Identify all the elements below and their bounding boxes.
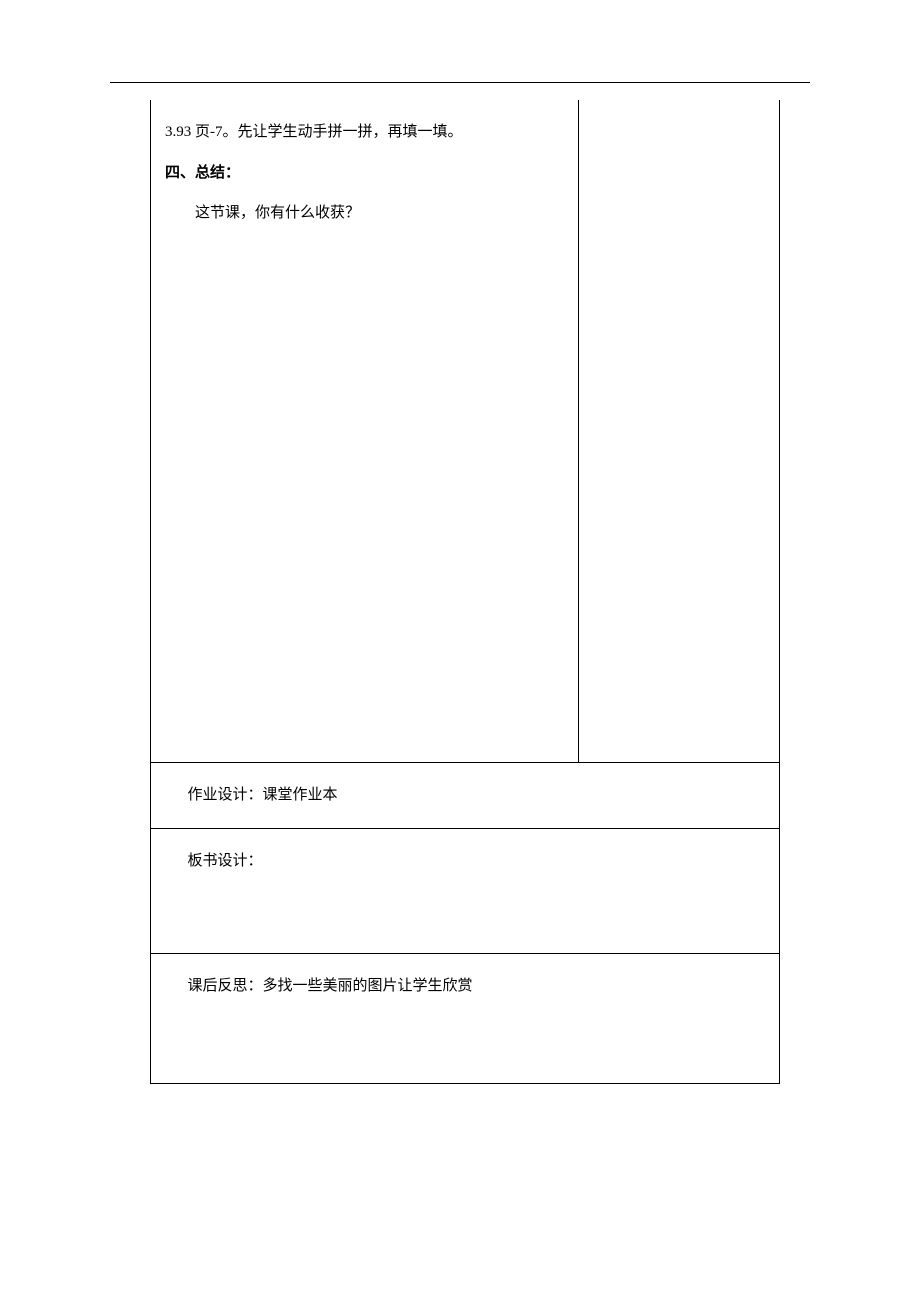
content-right-cell — [579, 100, 779, 762]
homework-text: 作业设计：课堂作业本 — [165, 781, 765, 810]
section-4-body: 这节课，你有什么收获？ — [165, 199, 564, 228]
homework-row: 作业设计：课堂作业本 — [151, 762, 779, 828]
lesson-plan-table: 3.93 页-7。先让学生动手拼一拼，再填一填。 四、总结： 这节课，你有什么收… — [150, 100, 780, 1084]
reflect-text: 课后反思：多找一些美丽的图片让学生欣赏 — [165, 972, 765, 1001]
exercise-line: 3.93 页-7。先让学生动手拼一拼，再填一填。 — [165, 118, 564, 147]
content-left-cell: 3.93 页-7。先让学生动手拼一拼，再填一填。 四、总结： 这节课，你有什么收… — [151, 100, 579, 762]
section-4-title: 四、总结： — [165, 159, 564, 188]
board-text: 板书设计： — [165, 847, 765, 876]
page-top-rule — [110, 82, 810, 83]
content-row: 3.93 页-7。先让学生动手拼一拼，再填一填。 四、总结： 这节课，你有什么收… — [151, 100, 779, 762]
board-row: 板书设计： — [151, 828, 779, 953]
reflect-row: 课后反思：多找一些美丽的图片让学生欣赏 — [151, 953, 779, 1083]
